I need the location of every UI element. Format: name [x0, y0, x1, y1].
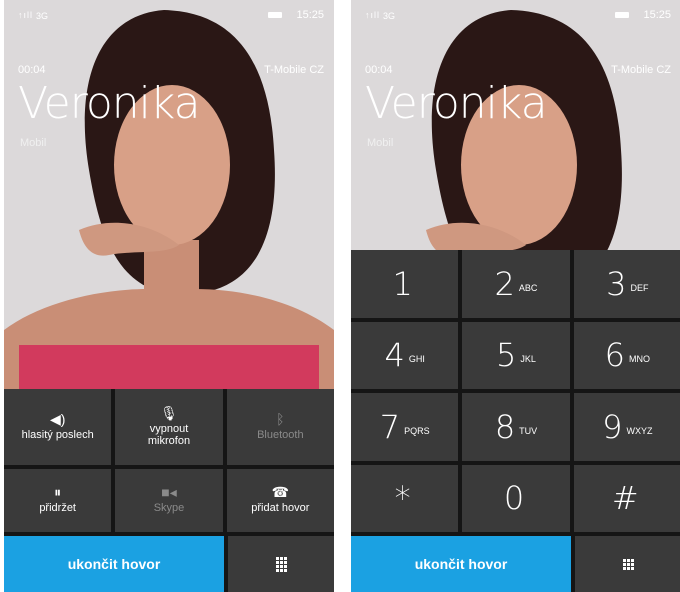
key-letters: ABC: [518, 282, 538, 293]
key-digit: 5: [496, 336, 517, 375]
keypad-toggle-button[interactable]: [228, 536, 334, 592]
bottom-bar: ukončit hovor: [351, 532, 680, 592]
key-letters: WXYZ: [626, 425, 653, 436]
key-digit: 2: [494, 264, 515, 303]
key-letters: MNO: [629, 354, 650, 365]
bluetooth-button[interactable]: ᛒ Bluetooth: [226, 389, 334, 465]
battery-icon: [615, 12, 629, 18]
hold-label: přidržet: [39, 502, 76, 515]
keypad-icon: [275, 556, 287, 572]
add-call-label: přidat hovor: [251, 502, 310, 515]
battery-icon: [268, 12, 282, 18]
speaker-button[interactable]: ◀) hlasitý poslech: [4, 389, 112, 465]
number-type: Mobil: [367, 137, 394, 149]
add-call-icon: ☎: [271, 484, 290, 501]
key-digit: 4: [384, 336, 405, 375]
add-call-button[interactable]: ☎ přidat hovor: [226, 468, 334, 532]
skype-label: Skype: [153, 502, 185, 515]
signal-icon: ↑ıll: [18, 10, 33, 20]
key-digit: #: [611, 479, 639, 518]
key-letters: JKL: [520, 354, 536, 365]
bottom-bar: ukončit hovor: [4, 532, 334, 592]
contact-photo: [4, 0, 334, 400]
pause-icon: ⏸: [54, 484, 62, 501]
skype-button[interactable]: ■◂ Skype: [115, 468, 223, 532]
key-3[interactable]: 3 DEF: [573, 250, 680, 318]
key-digit: 6: [604, 336, 625, 375]
status-time: 15:25: [296, 9, 324, 21]
bluetooth-icon: ᛒ: [276, 410, 285, 427]
end-call-button[interactable]: ukončit hovor: [4, 536, 224, 592]
key-6[interactable]: 6 MNO: [573, 321, 680, 389]
end-call-button[interactable]: ukončit hovor: [351, 536, 571, 592]
key-letters: TUV: [519, 425, 538, 436]
key-digit: 9: [602, 407, 623, 446]
speaker-icon: ◀): [49, 410, 66, 427]
key-4[interactable]: 4 GHI: [351, 321, 459, 389]
key-digit: 1: [392, 264, 413, 303]
key-digit: 7: [379, 407, 401, 446]
call-duration: 00:04: [365, 64, 393, 76]
keypad-icon: [622, 558, 634, 570]
keypad-toggle-button[interactable]: [575, 536, 680, 592]
key-letters: PQRS: [404, 425, 430, 436]
status-bar: ↑ıll 3G 15:25: [4, 0, 334, 24]
key-8[interactable]: 8 TUV: [462, 393, 570, 461]
caller-name: Veronika: [18, 78, 201, 129]
carrier-name: T-Mobile CZ: [611, 64, 671, 76]
hold-button[interactable]: ⏸ přidržet: [4, 468, 112, 532]
mic-off-icon: 🎙: [160, 404, 178, 421]
dial-keypad: 1 2 ABC 3 DEF 4 GHI 5 JKL 6 MNO 7 PQRS 8 TUV 9W…: [351, 250, 680, 532]
bluetooth-label: Bluetooth: [257, 428, 304, 441]
mute-label: vypnout mikrofon: [147, 422, 191, 447]
key-5[interactable]: 5 JKL: [462, 321, 570, 389]
key-letters: DEF: [630, 282, 649, 293]
call-duration: 00:04: [18, 64, 46, 76]
call-controls: ◀) hlasitý poslech 🎙 vypnout mikrofon ᛒ …: [4, 389, 334, 532]
call-screen-controls: ↑ıll 3G 15:25 00:04 T-Mobile CZ Veronika…: [4, 0, 334, 592]
key-digit: 3: [606, 264, 627, 303]
key-2[interactable]: 2 ABC: [462, 250, 570, 318]
status-bar: ↑ıll 3G 15:25: [351, 0, 680, 24]
network-type: 3G: [383, 11, 396, 21]
key-digit: *: [394, 479, 411, 518]
mute-button[interactable]: 🎙 vypnout mikrofon: [115, 389, 223, 465]
key-letters: GHI: [408, 354, 425, 365]
skype-video-icon: ■◂: [161, 484, 177, 501]
key-9[interactable]: 9 WXYZ: [573, 393, 680, 461]
number-type: Mobil: [20, 137, 47, 149]
caller-name: Veronika: [365, 78, 548, 129]
key-digit: 8: [494, 407, 516, 446]
status-time: 15:25: [643, 9, 671, 21]
call-screen-keypad: ↑ıll 3G 15:25 00:04 T-Mobile CZ Veronika…: [351, 0, 680, 592]
network-type: 3G: [36, 11, 49, 21]
key-0[interactable]: 0: [462, 464, 570, 532]
key-star[interactable]: *: [351, 464, 459, 532]
key-hash[interactable]: #: [573, 464, 680, 532]
key-digit: 0: [503, 479, 525, 518]
key-7[interactable]: 7 PQRS: [351, 393, 459, 461]
speaker-label: hlasitý poslech: [21, 428, 94, 441]
carrier-name: T-Mobile CZ: [264, 64, 324, 76]
signal-icon: ↑ıll: [365, 10, 380, 20]
key-1[interactable]: 1: [351, 250, 459, 318]
